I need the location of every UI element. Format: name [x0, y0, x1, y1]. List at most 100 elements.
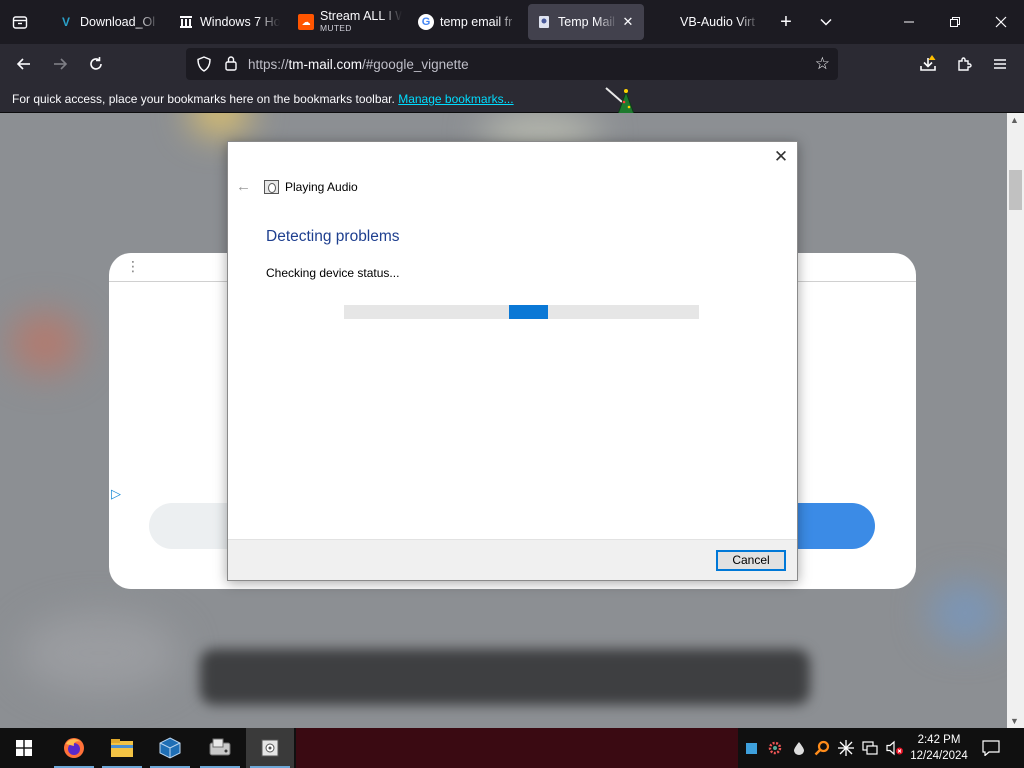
- download-icon: [920, 55, 936, 71]
- blurred-shape: [20, 613, 180, 693]
- forward-button[interactable]: [46, 50, 74, 78]
- scrollbar-thumb[interactable]: [1009, 170, 1022, 210]
- url-domain: tm-mail.com: [288, 57, 363, 72]
- minimize-button[interactable]: [886, 0, 932, 44]
- dialog-status-text: Checking device status...: [266, 266, 400, 280]
- soundcloud-icon: ☁: [298, 14, 314, 30]
- bookmarks-hint-text: For quick access, place your bookmarks h…: [12, 92, 395, 106]
- minimize-icon: [904, 21, 914, 23]
- troubleshooter-icon: [261, 739, 279, 757]
- dialog-footer: Cancel: [228, 539, 797, 580]
- tab-temp-mail[interactable]: Temp Mail ✕: [528, 4, 644, 40]
- vb-logo-icon: V: [61, 15, 70, 29]
- disk-cleanup-icon: [209, 738, 231, 756]
- tab-download[interactable]: V Download_Ol: [50, 4, 160, 40]
- progress-bar: [344, 305, 699, 319]
- new-tab-button[interactable]: +: [772, 8, 800, 36]
- tray-droplet-icon[interactable]: [790, 728, 808, 768]
- url-text[interactable]: https://tm-mail.com/#google_vignette: [248, 57, 469, 72]
- url-scheme: https://: [248, 57, 289, 72]
- shield-icon[interactable]: [196, 56, 212, 72]
- back-arrow-icon[interactable]: ←: [236, 178, 251, 195]
- adchoices-icon[interactable]: ▷: [111, 486, 121, 502]
- virtualbox-icon: [159, 737, 181, 759]
- tray-sparkle-icon[interactable]: [836, 728, 856, 768]
- tray-settings-icon[interactable]: [764, 728, 786, 768]
- blurred-blue-button: [795, 503, 875, 549]
- bookmarks-toolbar: For quick access, place your bookmarks h…: [0, 84, 1024, 113]
- taskbar-file-explorer[interactable]: [98, 728, 146, 768]
- reload-icon: [90, 57, 102, 70]
- taskbar-troubleshooter[interactable]: [246, 728, 294, 768]
- tempmail-icon: [536, 14, 552, 30]
- taskbar-virtualbox[interactable]: [146, 728, 194, 768]
- tab-stream[interactable]: ☁ Stream ALL I W MUTED: [290, 4, 402, 40]
- taskbar: 2:42 PM 12/24/2024: [0, 728, 1024, 768]
- puzzle-icon: [958, 57, 972, 71]
- start-button[interactable]: [0, 728, 48, 768]
- chevron-down-icon: [820, 18, 832, 26]
- kebab-menu-icon[interactable]: ⋮: [126, 259, 140, 273]
- downloads-button[interactable]: [914, 50, 942, 78]
- start-icon: [16, 740, 32, 756]
- close-icon: ✕: [773, 147, 789, 166]
- back-button[interactable]: [10, 50, 38, 78]
- dialog-heading: Detecting problems: [266, 228, 400, 245]
- tab-strip: V Download_Ol Windows 7 Ho ☁ Stream ALL …: [0, 0, 1024, 44]
- arrow-left-icon: [16, 58, 30, 70]
- reload-button[interactable]: [82, 50, 110, 78]
- lock-icon[interactable]: [224, 55, 238, 71]
- firefox-view-icon: [12, 16, 28, 29]
- close-window-button[interactable]: [978, 0, 1024, 44]
- firefox-icon: [64, 738, 84, 758]
- progress-marquee-fill: [509, 305, 548, 319]
- arrow-right-icon: [54, 58, 68, 70]
- troubleshooter-dialog: ✕ ← Playing Audio Detecting problems Che…: [227, 141, 798, 581]
- close-icon: [995, 16, 1007, 28]
- firefox-view-button[interactable]: [6, 8, 34, 36]
- url-bar[interactable]: https://tm-mail.com/#google_vignette ☆: [186, 48, 838, 80]
- list-all-tabs-button[interactable]: [812, 8, 840, 36]
- page-scrollbar[interactable]: ▲ ▼: [1007, 113, 1024, 728]
- tab-vb-audio[interactable]: VB-Audio Virt: [650, 4, 760, 40]
- taskbar-clock[interactable]: 2:42 PM 12/24/2024: [908, 732, 970, 764]
- taskbar-firefox[interactable]: [50, 728, 98, 768]
- hamburger-menu-icon: [994, 59, 1006, 69]
- tray-search-icon[interactable]: [812, 728, 832, 768]
- tab-temp-email[interactable]: G temp email fr: [410, 4, 520, 40]
- app-menu-button[interactable]: [986, 50, 1014, 78]
- tray-blue-square-icon[interactable]: [744, 728, 758, 768]
- blurred-shape: [930, 583, 1000, 643]
- taskbar-disk-cleanup[interactable]: [196, 728, 244, 768]
- blurred-dark-bar: [200, 649, 810, 705]
- tab-windows7[interactable]: Windows 7 Ho: [170, 4, 280, 40]
- clock-time: 2:42 PM: [917, 734, 961, 746]
- cancel-button[interactable]: Cancel: [716, 550, 786, 571]
- google-icon: G: [418, 14, 434, 30]
- notification-icon: [982, 740, 1000, 756]
- tray-network-icon[interactable]: [860, 728, 880, 768]
- tray-volume-muted-icon[interactable]: [884, 728, 906, 768]
- library-icon: [178, 14, 194, 30]
- scroll-down-arrow-icon[interactable]: ▼: [1010, 716, 1019, 726]
- plus-icon: +: [780, 10, 792, 33]
- manage-bookmarks-link[interactable]: Manage bookmarks...: [398, 92, 513, 106]
- speaker-app-icon: [264, 180, 279, 194]
- blurred-shape: [10, 313, 80, 373]
- tab-close-icon[interactable]: ✕: [620, 14, 636, 30]
- extensions-button[interactable]: [950, 50, 978, 78]
- restore-icon: [950, 17, 960, 27]
- clock-date: 12/24/2024: [910, 750, 968, 762]
- dialog-app-title: Playing Audio: [285, 180, 358, 194]
- dialog-close-button[interactable]: ✕: [771, 148, 791, 168]
- scroll-up-arrow-icon[interactable]: ▲: [1010, 115, 1019, 125]
- navigation-toolbar: https://tm-mail.com/#google_vignette ☆: [0, 44, 1024, 84]
- file-explorer-icon: [111, 739, 133, 757]
- blank-page-icon: [658, 14, 674, 30]
- bookmark-star-icon[interactable]: ☆: [815, 54, 830, 74]
- taskbar-wallpaper-strip: [296, 728, 738, 768]
- url-path: /#google_vignette: [362, 57, 469, 72]
- action-center-button[interactable]: [978, 728, 1004, 768]
- restore-button[interactable]: [932, 0, 978, 44]
- blurred-shape: [190, 113, 250, 133]
